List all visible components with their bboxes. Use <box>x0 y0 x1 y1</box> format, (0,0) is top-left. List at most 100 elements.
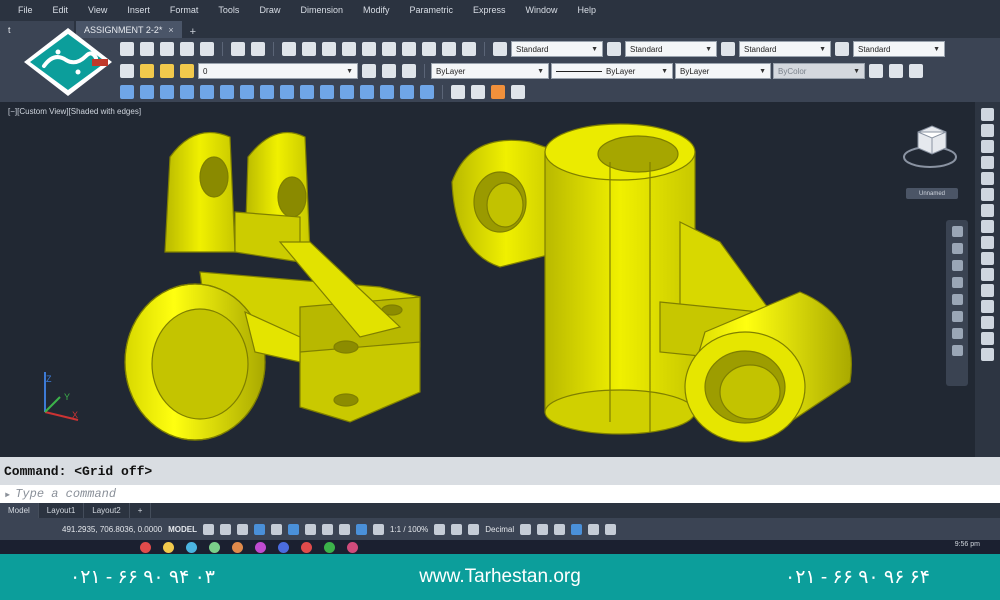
menu-tools[interactable]: Tools <box>208 5 249 15</box>
extend-icon[interactable] <box>981 268 994 281</box>
rotate-icon[interactable] <box>981 204 994 217</box>
link-icon[interactable] <box>909 64 923 78</box>
pyramid-icon[interactable] <box>200 85 214 99</box>
redo-icon[interactable] <box>251 42 265 56</box>
explode-icon[interactable] <box>981 348 994 361</box>
app-icon[interactable] <box>255 541 266 553</box>
app-icon[interactable] <box>232 541 243 553</box>
color-select[interactable]: ByLayer ▼ <box>431 63 549 79</box>
hardware-acceleration-icon[interactable] <box>571 523 583 535</box>
units-value[interactable]: Decimal <box>485 525 514 534</box>
menu-file[interactable]: File <box>8 5 43 15</box>
plot-style-select[interactable]: ByColor ▼ <box>773 63 865 79</box>
trim-icon[interactable] <box>981 252 994 265</box>
break-icon[interactable] <box>981 284 994 297</box>
linetype-select[interactable]: ByLayer ▼ <box>551 63 673 79</box>
pipe-bracket-model[interactable] <box>451 123 852 443</box>
autocad-taskbar-icon[interactable] <box>301 541 312 553</box>
drawing-viewport[interactable]: Z Y X <box>0 102 975 457</box>
union-icon[interactable] <box>340 85 354 99</box>
lineweight-icon[interactable] <box>304 523 316 535</box>
viewport-label[interactable]: [−][Custom View][Shaded with edges] <box>8 107 141 116</box>
clevis-bracket-model[interactable] <box>124 131 421 441</box>
sheet-set-icon[interactable] <box>402 42 416 56</box>
menu-dimension[interactable]: Dimension <box>290 5 353 15</box>
quick-properties-icon[interactable] <box>520 523 532 535</box>
fillet-icon[interactable] <box>981 332 994 345</box>
layer-state-icon[interactable] <box>402 64 416 78</box>
customization-icon[interactable] <box>605 523 617 535</box>
model-space-canvas[interactable]: Z Y X <box>0 102 975 457</box>
showmotion-icon[interactable] <box>951 294 963 305</box>
3d-osnap-icon[interactable] <box>355 523 367 535</box>
menu-view[interactable]: View <box>78 5 117 15</box>
lock-icon[interactable] <box>180 64 194 78</box>
mleader-style-select[interactable]: Standard ▼ <box>853 41 945 57</box>
menu-express[interactable]: Express <box>463 5 516 15</box>
pan-icon[interactable] <box>282 42 296 56</box>
material-icon[interactable] <box>491 85 505 99</box>
grid-icon[interactable] <box>202 523 214 535</box>
tool-palette-icon[interactable] <box>382 42 396 56</box>
command-line[interactable]: ▸ Type a command <box>0 485 1000 503</box>
isodraft-icon[interactable] <box>270 523 282 535</box>
loft-icon[interactable] <box>320 85 334 99</box>
realistic-icon[interactable] <box>471 85 485 99</box>
tab-layout1[interactable]: Layout1 <box>39 503 85 518</box>
torus-icon[interactable] <box>240 85 254 99</box>
command-input-placeholder[interactable]: Type a command <box>15 487 116 501</box>
app-icon[interactable] <box>278 541 289 553</box>
match-properties-icon[interactable] <box>889 64 903 78</box>
app-icon[interactable] <box>324 541 335 553</box>
website-url[interactable]: www.Tarhestan.org <box>419 566 581 588</box>
tab-model[interactable]: Model <box>0 503 39 518</box>
close-icon[interactable]: × <box>168 25 173 35</box>
transparency-icon[interactable] <box>321 523 333 535</box>
table-style-select[interactable]: Standard ▼ <box>739 41 831 57</box>
extrude-icon[interactable] <box>260 85 274 99</box>
help-icon[interactable] <box>462 42 476 56</box>
offset-icon[interactable] <box>981 156 994 169</box>
layer-properties-icon[interactable] <box>120 64 134 78</box>
plus-icon[interactable] <box>451 523 463 535</box>
make-current-icon[interactable] <box>362 64 376 78</box>
copy-icon[interactable] <box>981 124 994 137</box>
menu-draw[interactable]: Draw <box>249 5 290 15</box>
add-layout-button[interactable]: + <box>130 503 152 518</box>
cone-icon[interactable] <box>160 85 174 99</box>
object-snap-icon[interactable] <box>287 523 299 535</box>
coordinates-readout[interactable]: 491.2935, 706.8036, 0.0000 <box>62 525 162 534</box>
menu-insert[interactable]: Insert <box>117 5 160 15</box>
tab-layout2[interactable]: Layout2 <box>84 503 130 518</box>
cylinder-icon[interactable] <box>140 85 154 99</box>
clean-screen-icon[interactable] <box>588 523 600 535</box>
plus-icon[interactable]: + <box>184 26 202 38</box>
app-icon[interactable] <box>140 541 151 553</box>
subtract-icon[interactable] <box>360 85 374 99</box>
browser-icon[interactable] <box>186 541 197 553</box>
intersect-icon[interactable] <box>380 85 394 99</box>
zoom-icon[interactable] <box>302 42 316 56</box>
layer-select[interactable]: 0 ▼ <box>198 63 358 79</box>
lineweight-select[interactable]: ByLayer ▼ <box>675 63 771 79</box>
save-icon[interactable] <box>160 42 174 56</box>
sphere-icon[interactable] <box>180 85 194 99</box>
box-icon[interactable] <box>120 85 134 99</box>
dim-style-select[interactable]: Standard ▼ <box>625 41 717 57</box>
calculator-icon[interactable] <box>442 42 456 56</box>
scale-icon[interactable] <box>981 220 994 233</box>
annotation-scale-icon[interactable] <box>372 523 384 535</box>
new-icon[interactable] <box>120 42 134 56</box>
markup-icon[interactable] <box>422 42 436 56</box>
app-icon[interactable] <box>209 541 220 553</box>
layer-previous-icon[interactable] <box>382 64 396 78</box>
transparency-icon[interactable] <box>869 64 883 78</box>
menu-parametric[interactable]: Parametric <box>400 5 464 15</box>
undo-icon[interactable] <box>231 42 245 56</box>
walk-icon[interactable] <box>951 311 963 322</box>
section-plane-icon[interactable] <box>420 85 434 99</box>
snap-icon[interactable] <box>219 523 231 535</box>
model-space-toggle[interactable]: MODEL <box>168 525 197 534</box>
print-icon[interactable] <box>180 42 194 56</box>
polar-icon[interactable] <box>253 523 265 535</box>
